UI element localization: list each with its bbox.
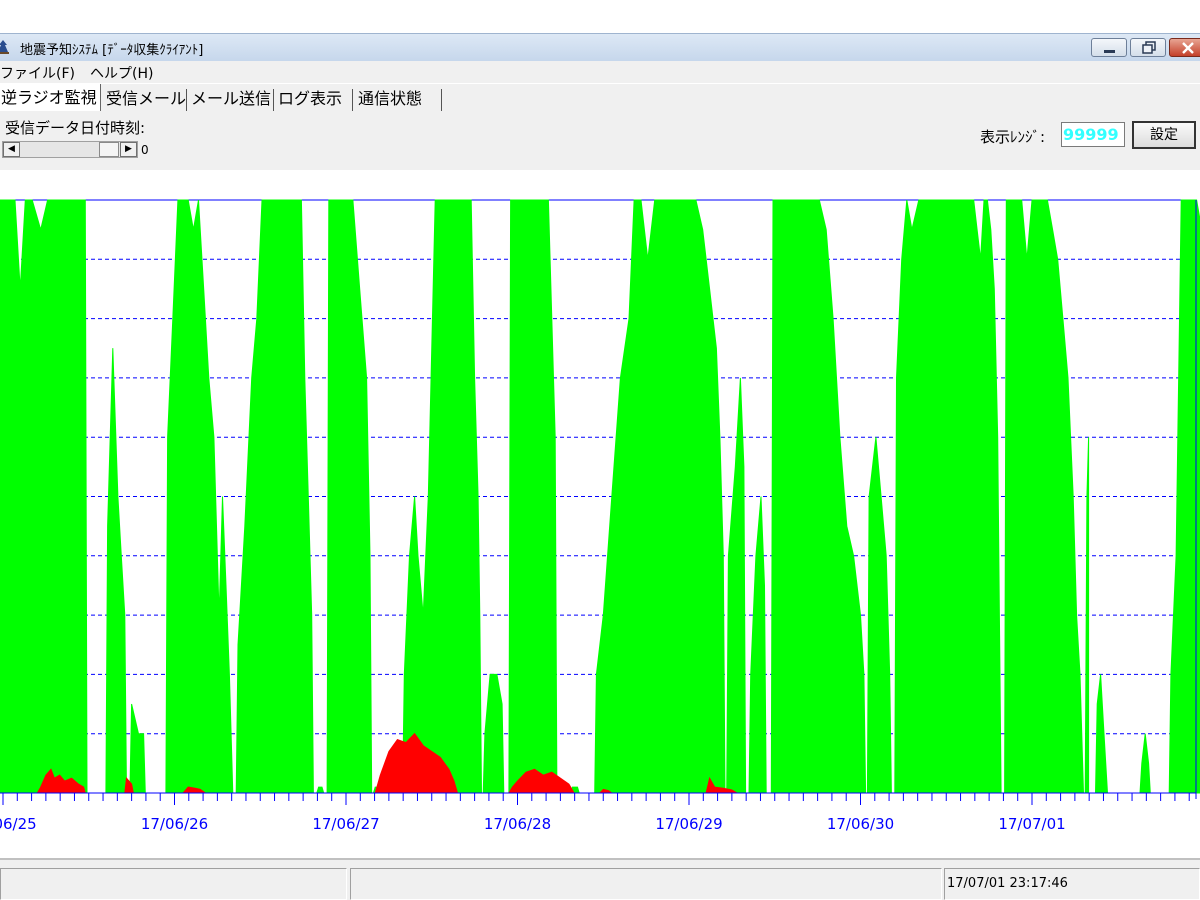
signal-chart: 17/06/25 17/06/26 17/06/27 17/06/28 17/06/29… [0, 199, 1200, 833]
title-bar: 地震予知ｼｽﾃﾑ [ﾃﾞｰﾀ収集ｸﾗｲｱﾝﾄ] [0, 33, 1200, 61]
status-pane-2 [350, 868, 942, 900]
restore-button[interactable] [1130, 38, 1166, 57]
status-bar: 17/07/01 23:17:46 [0, 858, 1200, 900]
close-icon [1182, 42, 1194, 54]
arrow-right-icon: ▶ [125, 144, 132, 154]
restore-icon [1142, 41, 1156, 54]
arrow-left-icon: ◀ [8, 144, 15, 154]
chart-area: 17/06/25 17/06/26 17/06/27 17/06/28 17/06/29… [0, 170, 1200, 858]
minimize-icon [1104, 50, 1115, 53]
tab-communication-status[interactable]: 通信状態 [356, 85, 424, 112]
x-tick-label: 17/06/29 [655, 815, 722, 833]
status-pane-1 [0, 868, 347, 900]
x-tick-label: 17/06/28 [484, 815, 551, 833]
x-tick-label: 17/07/01 [998, 815, 1065, 833]
window-title: 地震予知ｼｽﾃﾑ [ﾃﾞｰﾀ収集ｸﾗｲｱﾝﾄ] [20, 43, 204, 58]
close-button[interactable] [1169, 38, 1200, 57]
tab-send-mail[interactable]: メール送信 [189, 85, 273, 112]
set-button[interactable]: 設定 [1132, 121, 1196, 149]
date-scrollbar[interactable]: ◀ ▶ [2, 141, 138, 158]
tab-reverse-radio-monitor[interactable]: 逆ラジオ監視 [0, 84, 101, 111]
app-icon [0, 40, 9, 54]
status-timestamp: 17/07/01 23:17:46 [947, 876, 1068, 891]
tab-separator [273, 89, 274, 111]
x-tick-label: 17/06/25 [0, 815, 37, 833]
tab-separator [441, 89, 442, 111]
x-tick-label: 17/06/26 [141, 815, 208, 833]
minimize-button[interactable] [1091, 38, 1127, 57]
received-date-label: 受信データ日付時刻: [5, 119, 146, 137]
menu-help[interactable]: ヘルプ(H) [90, 63, 153, 83]
menu-bar: ファイル(F) ヘルプ(H) [0, 61, 1200, 83]
scroll-left-button[interactable]: ◀ [3, 142, 20, 157]
tab-separator [186, 89, 187, 111]
scroll-thumb[interactable] [99, 142, 119, 157]
tab-strip: 逆ラジオ監視 受信メール メール送信 ログ表示 通信状態 [0, 84, 1200, 113]
scroll-value: 0 [141, 143, 149, 157]
display-range-input[interactable]: 99999 [1061, 122, 1125, 147]
x-tick-label: 17/06/27 [312, 815, 379, 833]
menu-file[interactable]: ファイル(F) [0, 63, 75, 83]
tab-log-view[interactable]: ログ表示 [276, 85, 344, 112]
x-tick-label: 17/06/30 [827, 815, 894, 833]
control-panel: 受信データ日付時刻: ◀ ▶ 0 表示ﾚﾝｼﾞ: 99999 設定 [0, 113, 1200, 170]
display-range-label: 表示ﾚﾝｼﾞ: [980, 128, 1046, 146]
scroll-right-button[interactable]: ▶ [120, 142, 137, 157]
tab-separator [352, 89, 353, 111]
tab-received-mail[interactable]: 受信メール [104, 85, 188, 112]
